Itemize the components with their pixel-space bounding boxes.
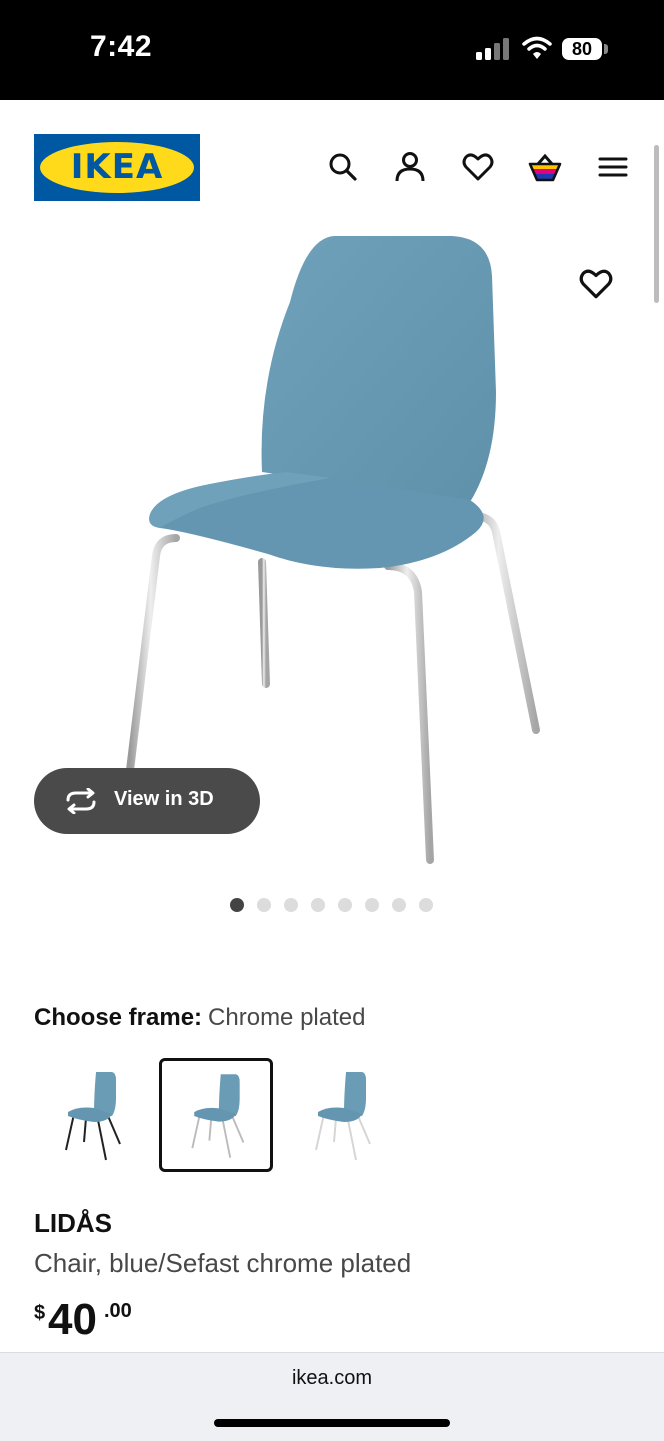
choose-frame-row: Choose frame: Chrome plated (34, 1004, 365, 1032)
menu-icon[interactable] (596, 150, 630, 184)
heart-icon[interactable] (461, 150, 495, 184)
carousel-dot[interactable] (365, 898, 379, 912)
frame-option-white[interactable] (284, 1058, 398, 1172)
carousel-dot[interactable] (257, 898, 271, 912)
ikea-logo[interactable]: IKEA (34, 134, 200, 201)
view-in-3d-button[interactable]: View in 3D (34, 768, 260, 834)
chair-chrome-frame-thumbnail (191, 1074, 245, 1158)
battery-tip (604, 44, 608, 54)
carousel-dot[interactable] (338, 898, 352, 912)
address-url[interactable]: ikea.com (0, 1367, 664, 1390)
carousel-dot[interactable] (284, 898, 298, 912)
rotate-3d-icon (66, 788, 96, 814)
product-description: Chair, blue/Sefast chrome plated (34, 1248, 412, 1278)
price-decimals: .00 (104, 1300, 132, 1322)
choose-frame-label: Choose frame: (34, 1004, 203, 1031)
carousel-dot[interactable] (392, 898, 406, 912)
chair-white-frame-thumbnail (315, 1072, 371, 1161)
status-time: 7:42 (90, 30, 153, 63)
wifi-icon (522, 36, 552, 59)
chair-black-frame-thumbnail (65, 1072, 121, 1161)
choose-frame-value: Chrome plated (208, 1004, 366, 1031)
site-header: IKEA (0, 100, 664, 230)
frame-option-chrome-plated[interactable] (159, 1058, 273, 1172)
price-integer: 40 (48, 1295, 97, 1344)
logo-text: IKEA (70, 147, 164, 187)
cellular-signal-icon (476, 38, 509, 60)
account-icon[interactable] (393, 150, 427, 184)
view-in-3d-label: View in 3D (114, 788, 214, 810)
product-name: LIDÅS (34, 1208, 112, 1238)
frame-option-black[interactable] (34, 1058, 148, 1172)
carousel-dot[interactable] (419, 898, 433, 912)
browser-address-bar: ikea.com (0, 1352, 664, 1441)
shopping-basket-icon[interactable] (528, 150, 562, 184)
carousel-dot[interactable] (230, 898, 244, 912)
battery-indicator: 80 (562, 38, 602, 60)
status-bar: 7:42 80 (0, 0, 664, 100)
price-currency: $ (34, 1302, 46, 1324)
home-indicator[interactable] (214, 1419, 450, 1427)
search-icon[interactable] (326, 150, 360, 184)
carousel-dot[interactable] (311, 898, 325, 912)
save-to-list-heart-icon[interactable] (578, 266, 614, 302)
